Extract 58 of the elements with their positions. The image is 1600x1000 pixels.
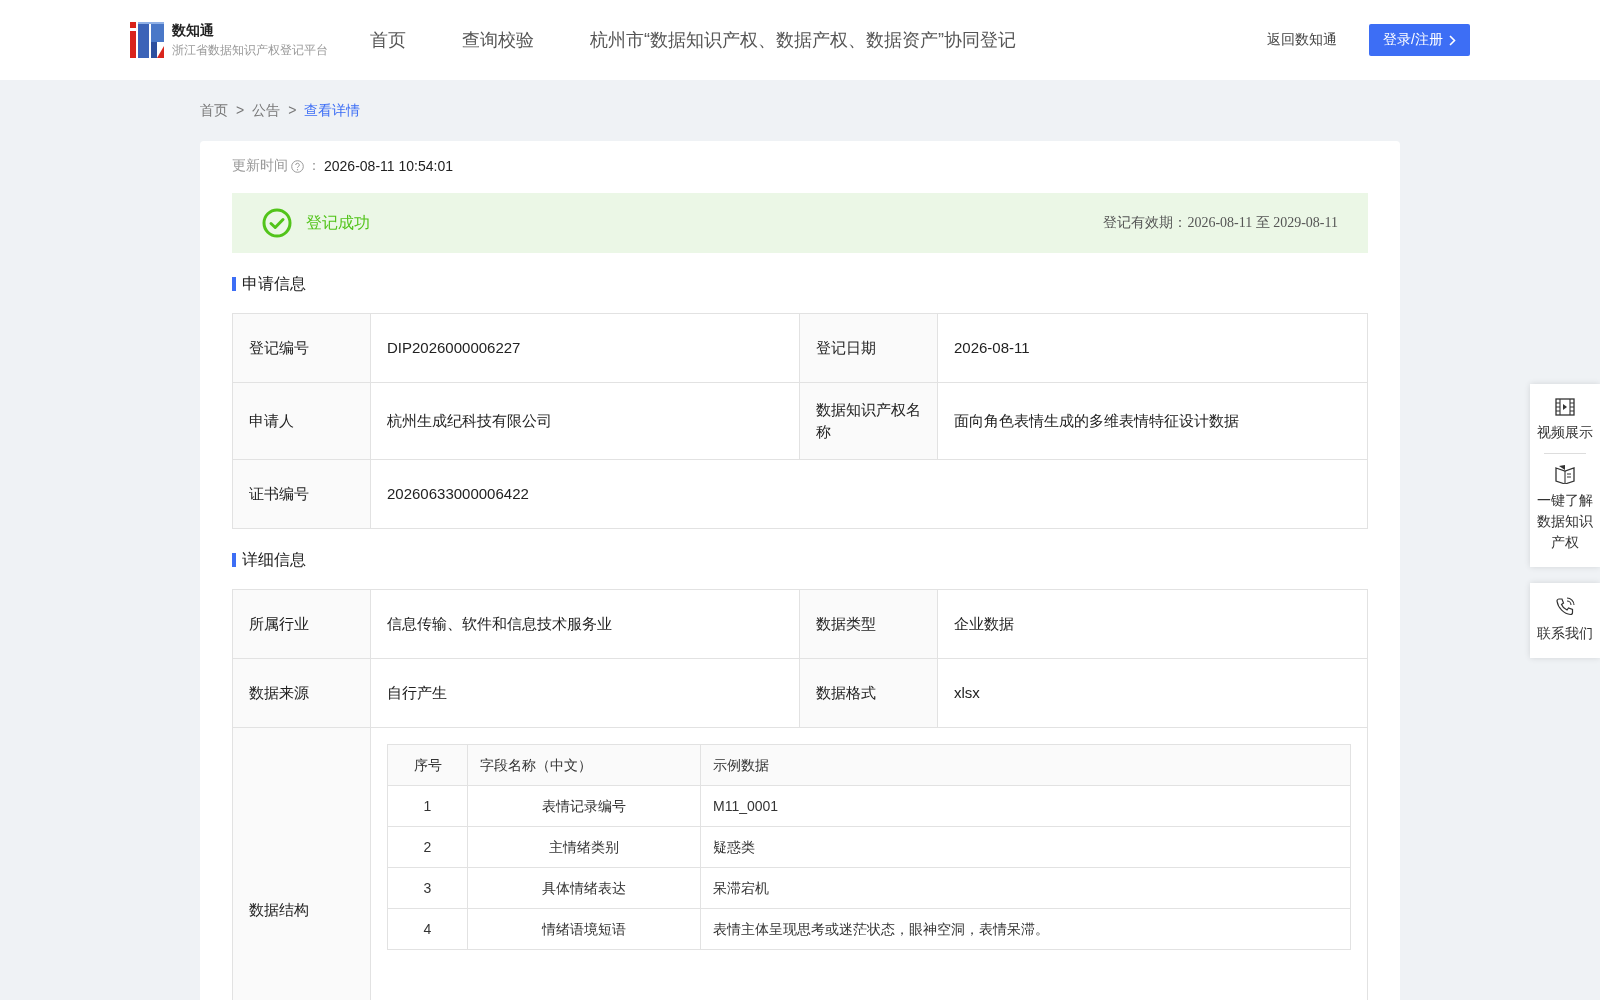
field-value: 2026-08-11 [938,314,1367,383]
field-label: 数据结构 [233,728,371,1000]
field-label: 数据来源 [233,659,371,728]
breadcrumb-link[interactable]: 公告 [252,102,281,120]
breadcrumb-link[interactable]: 首页 [200,102,228,120]
login-button[interactable]: 登录/注册 [1369,24,1470,56]
validity-period: 登记有效期：2026-08-11 至 2029-08-11 [1103,214,1338,232]
field-value: 企业数据 [938,590,1367,659]
field-label: 所属行业 [233,590,371,659]
table-cell: 2 [388,827,468,868]
section-title: 申请信息 [232,277,306,291]
back-link[interactable]: 返回数知通 [1267,31,1338,49]
table-cell: 情绪语境短语 [468,909,701,950]
side-menu-item[interactable]: 一键了解数据知识产权 [1530,454,1600,563]
field-label: 登记编号 [233,314,371,383]
table-cell: 具体情绪表达 [468,868,701,909]
field-value: 20260633000006422 [371,460,1367,529]
logo-subtitle: 浙江省数据知识产权登记平台 [172,41,328,59]
update-time-value: 2026-08-11 10:54:01 [324,158,453,174]
phone-icon [1555,597,1575,617]
table-cell: 1 [388,786,468,827]
table-cell: 表情记录编号 [468,786,701,827]
logo-title: 数知通 [172,21,215,40]
film-icon [1555,398,1575,416]
chevron-right-icon [1449,34,1456,46]
field-value: 面向角色表情生成的多维表情特征设计数据 [938,383,1367,460]
update-time-label: 更新时间 [232,157,288,175]
field-label: 申请人 [233,383,371,460]
column-header: 序号 [388,745,468,786]
check-circle-icon [262,208,292,238]
table-cell: 疑惑类 [701,827,1350,868]
table-cell: 4 [388,909,468,950]
breadcrumb-separator: > [236,102,245,120]
nav-link[interactable]: 杭州市“数据知识产权、数据产权、数据资产”协同登记 [590,28,1016,52]
breadcrumb-separator: > [288,102,297,120]
nav-link[interactable]: 查询校验 [462,28,534,52]
column-header: 示例数据 [701,745,1350,786]
help-icon[interactable] [291,159,304,173]
table-cell: 主情绪类别 [468,827,701,868]
table-cell: M11_0001 [701,786,1350,827]
nav-link[interactable]: 首页 [370,28,406,52]
field-label: 数据类型 [800,590,938,659]
field-label: 数据格式 [800,659,938,728]
table-cell: 呆滞宕机 [701,868,1350,909]
logo-icon [130,22,164,58]
status-text: 登记成功 [306,212,370,233]
colon: ： [307,157,321,175]
book-icon [1554,464,1576,484]
field-label: 证书编号 [233,460,371,529]
side-menu-item[interactable]: 视频展示 [1530,388,1600,453]
field-label: 数据知识产权名称 [800,383,938,460]
table-cell: 3 [388,868,468,909]
field-label: 登记日期 [800,314,938,383]
table-cell: 表情主体呈现思考或迷茫状态，眼神空洞，表情呆滞。 [701,909,1350,950]
column-header: 字段名称（中文） [468,745,701,786]
field-value: xlsx [938,659,1367,728]
breadcrumb-link[interactable]: 查看详情 [304,102,361,120]
section-title: 详细信息 [232,553,306,567]
